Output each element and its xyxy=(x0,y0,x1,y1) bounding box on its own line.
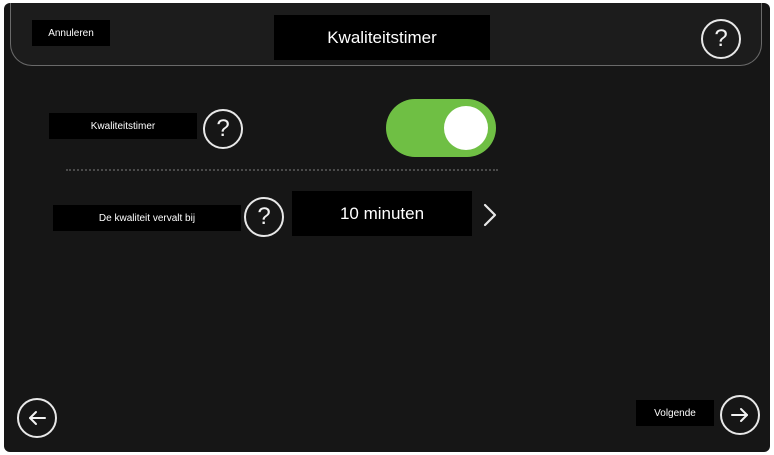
row-divider xyxy=(66,169,498,171)
timer-setting-label-text: Kwaliteitstimer xyxy=(90,120,156,132)
chevron-right-icon[interactable] xyxy=(478,202,502,228)
page-title: Kwaliteitstimer xyxy=(274,15,490,60)
arrow-left-icon xyxy=(29,411,46,425)
expiry-value-selector[interactable]: 10 minuten xyxy=(292,191,472,236)
help-button[interactable]: ? xyxy=(701,19,741,59)
next-arrow-button[interactable] xyxy=(720,395,760,435)
question-icon: ? xyxy=(257,203,271,230)
timer-setting-label: Kwaliteitstimer xyxy=(49,113,197,139)
back-button[interactable] xyxy=(17,398,57,438)
next-button[interactable]: Volgende xyxy=(636,400,714,426)
page-title-text: Kwaliteitstimer xyxy=(327,27,437,47)
expiry-help-button[interactable]: ? xyxy=(244,197,284,237)
next-button-label: Volgende xyxy=(654,407,696,419)
cancel-button-label: Annuleren xyxy=(48,27,94,39)
question-icon: ? xyxy=(714,25,728,52)
expiry-setting-label-text: De kwaliteit vervalt bij xyxy=(98,212,196,224)
toggle-knob xyxy=(444,106,488,150)
app-screen: Annuleren Kwaliteitstimer ? Kwaliteitsti… xyxy=(4,3,770,452)
timer-help-button[interactable]: ? xyxy=(203,109,243,149)
expiry-setting-label: De kwaliteit vervalt bij xyxy=(53,205,241,231)
cancel-button[interactable]: Annuleren xyxy=(32,20,110,46)
expiry-value-text: 10 minuten xyxy=(339,203,425,223)
arrow-right-icon xyxy=(731,408,748,422)
question-icon: ? xyxy=(216,115,230,142)
timer-toggle[interactable] xyxy=(386,99,496,157)
